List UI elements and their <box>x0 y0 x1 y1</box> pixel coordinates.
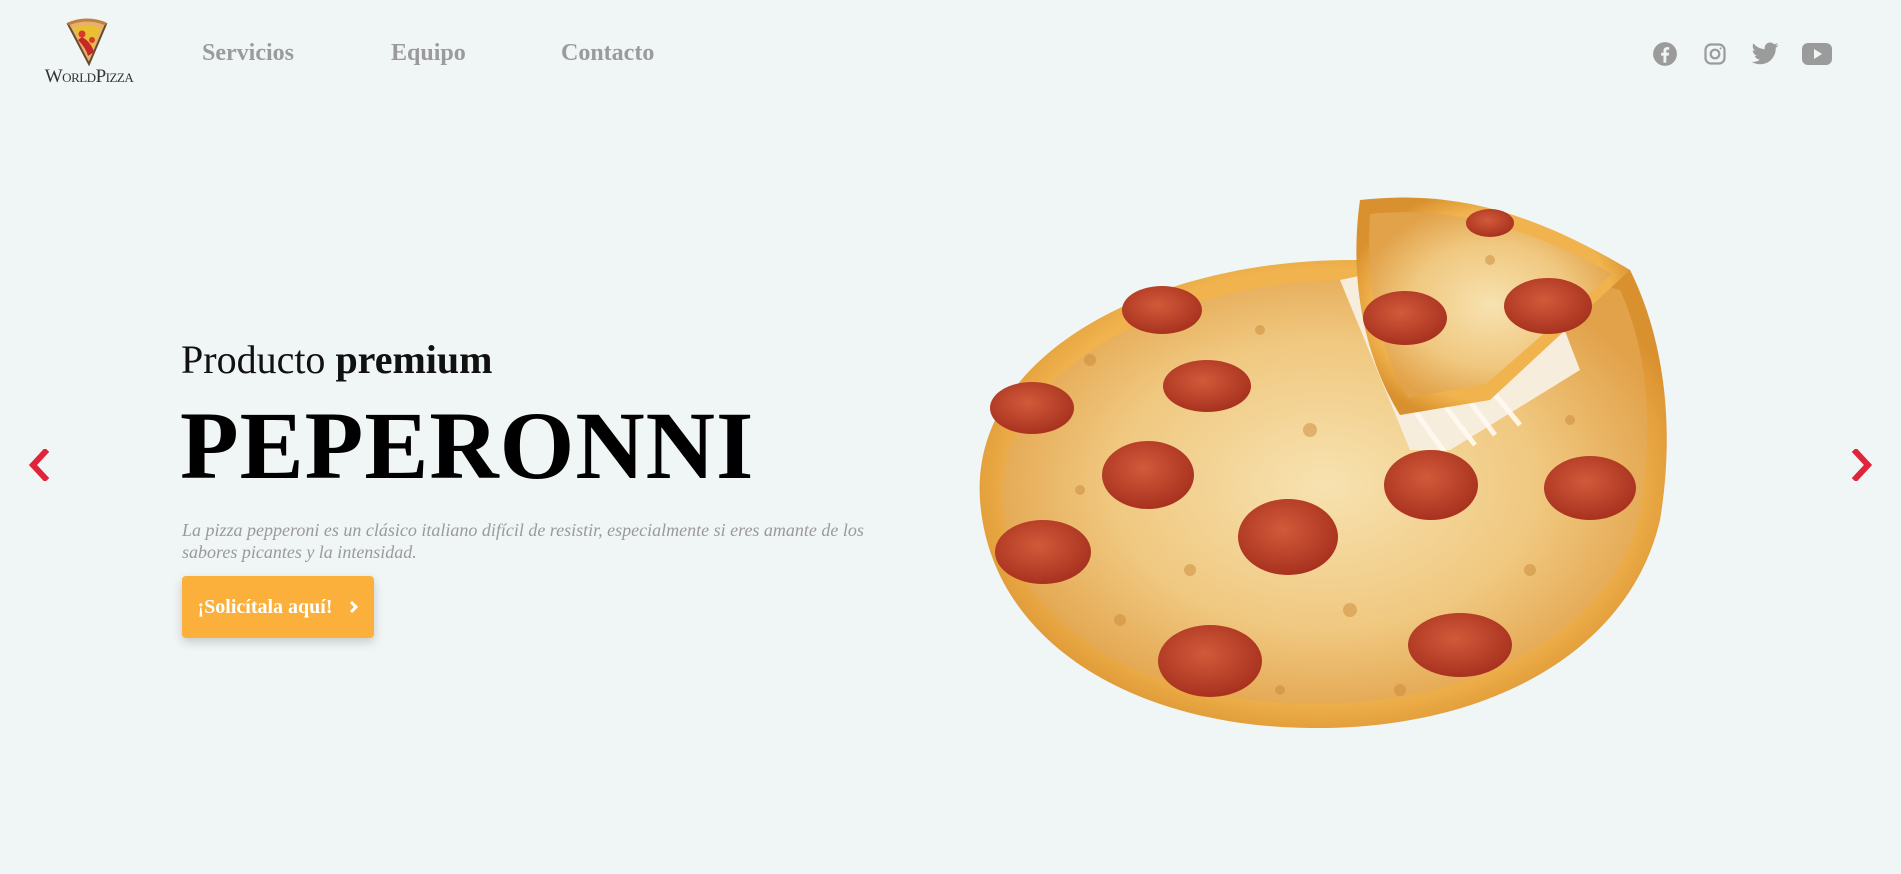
chevron-right-icon <box>1851 449 1873 481</box>
pizza-slice-logo-icon <box>66 18 108 67</box>
twitter-icon[interactable] <box>1751 40 1779 68</box>
nav-item-contacto[interactable]: Contacto <box>561 40 654 67</box>
instagram-icon[interactable] <box>1701 40 1729 68</box>
hero-description: La pizza pepperoni es un clásico italian… <box>182 520 864 562</box>
hero-subtitle-regular: Producto <box>181 337 336 382</box>
chevron-right-icon <box>349 600 359 614</box>
brand-logo[interactable]: WorldPizza <box>40 18 134 90</box>
order-button[interactable]: ¡Solicítala aquí! <box>182 576 374 638</box>
chevron-left-icon <box>28 449 50 481</box>
order-button-label: ¡Solicítala aquí! <box>197 595 333 618</box>
nav-item-servicios[interactable]: Servicios <box>202 40 294 67</box>
social-links <box>1651 40 1833 68</box>
hero-title: PEPERONNI <box>180 392 755 499</box>
brand-name: WorldPizza <box>44 66 134 87</box>
nav-item-equipo[interactable]: Equipo <box>391 40 466 67</box>
facebook-icon[interactable] <box>1651 40 1679 68</box>
carousel-next-button[interactable] <box>1847 447 1877 483</box>
carousel-prev-button[interactable] <box>24 447 54 483</box>
hero-subtitle-bold: premium <box>335 337 493 382</box>
hero-subtitle: Producto premium <box>181 336 492 383</box>
pepperoni-pizza-image <box>979 197 1667 729</box>
youtube-icon[interactable] <box>1801 40 1833 68</box>
